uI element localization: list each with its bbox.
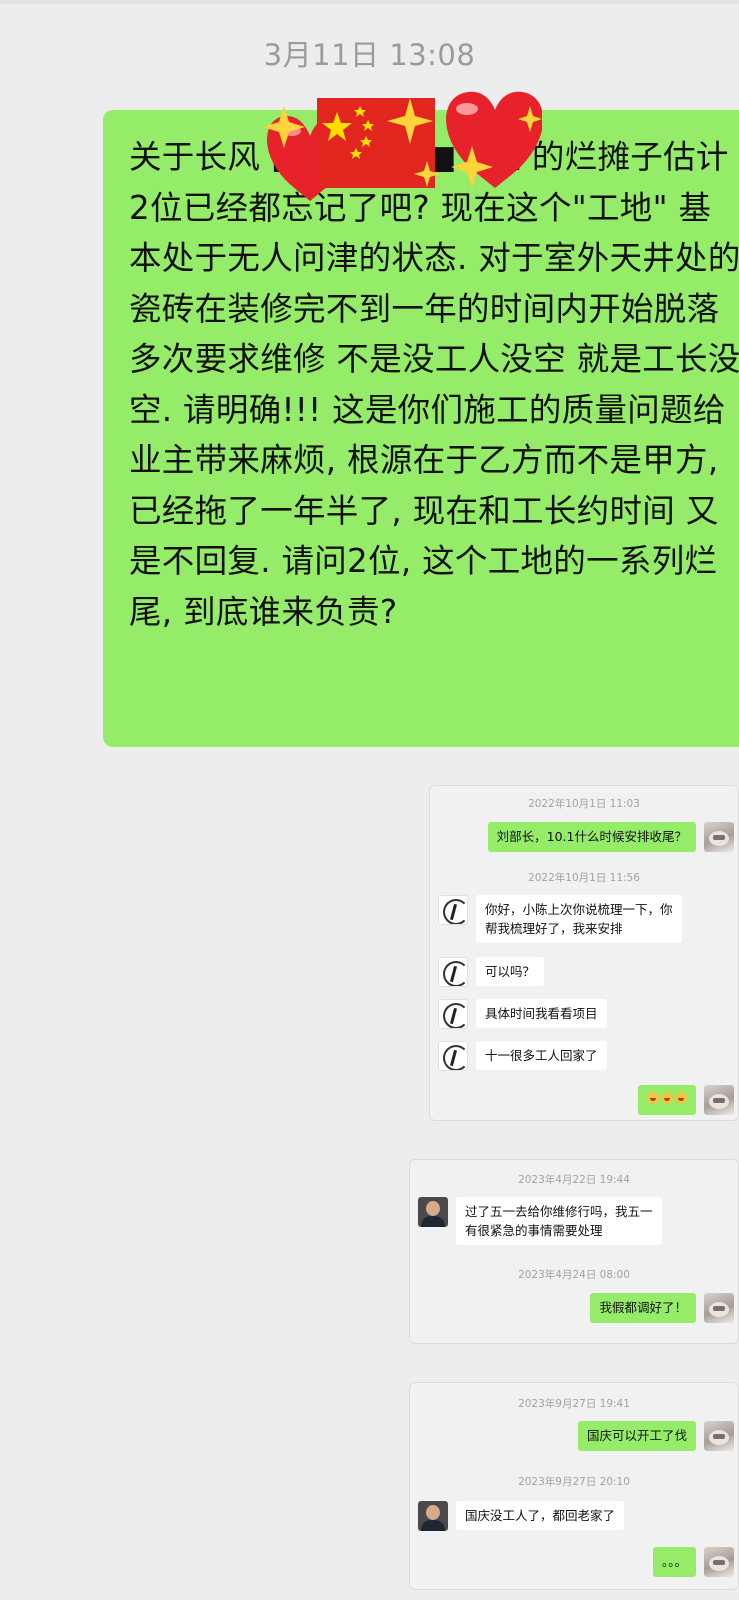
screenshot-timestamp: 2023年9月27日 19:41: [518, 1398, 630, 1410]
laugh-cry-emoji: [661, 1092, 673, 1104]
avatar: [704, 822, 734, 852]
screenshot-timestamp: 2023年4月24日 08:00: [518, 1269, 630, 1281]
avatar: [438, 895, 468, 925]
avatar: [704, 1421, 734, 1451]
message-bubble: [638, 1085, 696, 1115]
received-message: 国庆没工人了，都回老家了: [418, 1501, 625, 1531]
chat-timestamp: 3月11日 13:08: [263, 38, 476, 72]
message-bubble: 可以吗？: [476, 957, 545, 986]
sent-message: 。。。: [652, 1547, 734, 1577]
screenshot-timestamp: 2023年4月22日 19:44: [518, 1174, 630, 1186]
chat-screenshot-3: 2023年9月27日 19:41 国庆可以开工了伐 2023年9月27日 20:…: [409, 1382, 739, 1590]
received-message: 可以吗？: [438, 957, 545, 987]
avatar: [418, 1501, 448, 1531]
chat-screenshot-1: 2022年10月1日 11:03 刘部长，10.1什么时候安排收尾？ 2022年…: [429, 785, 739, 1121]
chat-screenshot-2: 2023年4月22日 19:44 过了五一去给你维修行吗，我五一 有很紧急的事情…: [409, 1159, 739, 1344]
received-message: 十一很多工人回家了: [438, 1041, 607, 1071]
screenshot-timestamp: 2023年9月27日 20:10: [518, 1476, 630, 1488]
message-line: 帮我梳理好了，我来安排: [485, 921, 623, 936]
avatar: [704, 1293, 734, 1323]
message-bubble: 国庆没工人了，都回老家了: [456, 1501, 625, 1530]
screenshot-timestamp: 2022年10月1日 11:56: [528, 872, 640, 884]
sent-message-bubble[interactable]: 关于长风 ■■■■■■ 0室 的烂摊子估计2位已经都忘记了吧? 现在这个"工地"…: [103, 110, 739, 747]
message-bubble: 。。。: [652, 1547, 696, 1577]
message-text: 关于长风 ■■■■■■ 0室 的烂摊子估计2位已经都忘记了吧? 现在这个"工地"…: [129, 138, 739, 631]
avatar: [438, 999, 468, 1029]
avatar: [704, 1547, 734, 1577]
message-bubble: 你好，小陈上次你说梳理一下，你 帮我梳理好了，我来安排: [476, 895, 682, 943]
sent-message: 我假都调好了！: [590, 1293, 734, 1323]
received-message: 过了五一去给你维修行吗，我五一 有很紧急的事情需要处理: [418, 1197, 662, 1245]
message-bubble: 十一很多工人回家了: [476, 1041, 607, 1070]
message-line: 过了五一去给你维修行吗，我五一: [465, 1204, 653, 1219]
message-line: 你好，小陈上次你说梳理一下，你: [485, 902, 673, 917]
sent-message: [638, 1085, 734, 1115]
laugh-cry-emoji: [647, 1092, 659, 1104]
top-divider: [0, 0, 739, 4]
message-bubble: 刘部长，10.1什么时候安排收尾？: [487, 822, 696, 852]
sent-message: 国庆可以开工了伐: [577, 1421, 734, 1451]
avatar: [704, 1085, 734, 1115]
sent-message: 刘部长，10.1什么时候安排收尾？: [487, 822, 734, 852]
avatar: [418, 1197, 448, 1227]
message-bubble: 国庆可以开工了伐: [577, 1421, 696, 1451]
received-message: 你好，小陈上次你说梳理一下，你 帮我梳理好了，我来安排: [438, 895, 682, 943]
message-bubble: 我假都调好了！: [590, 1293, 696, 1323]
avatar: [438, 957, 468, 987]
laugh-cry-emoji: [675, 1092, 687, 1104]
received-message: 具体时间我看看项目: [438, 999, 607, 1029]
screenshot-timestamp: 2022年10月1日 11:03: [528, 798, 640, 810]
avatar: [438, 1041, 468, 1071]
message-bubble: 过了五一去给你维修行吗，我五一 有很紧急的事情需要处理: [456, 1197, 662, 1245]
message-line: 有很紧急的事情需要处理: [465, 1223, 603, 1238]
message-bubble: 具体时间我看看项目: [476, 999, 607, 1028]
